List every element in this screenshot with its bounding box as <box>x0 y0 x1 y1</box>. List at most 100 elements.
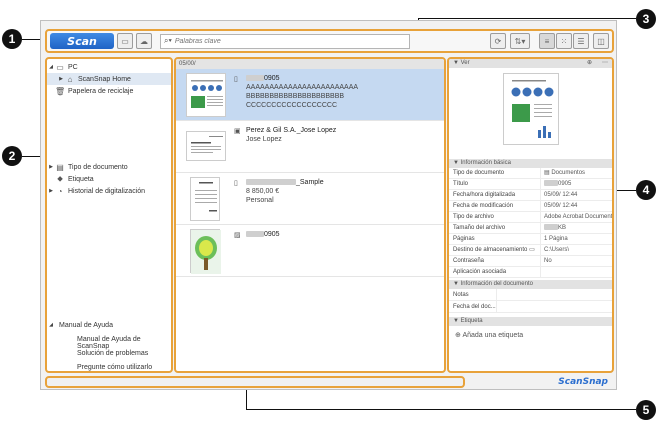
expand-right-icon[interactable]: ▶ <box>47 188 55 194</box>
info-row: Fecha/hora digitalizada 05/09/ 12:44 <box>449 190 612 201</box>
help-link-troubleshooting[interactable]: Solución de problemas <box>77 350 148 357</box>
document-row[interactable]: ▯ _Sample 8 850,00 € Personal <box>176 173 444 225</box>
scansnap-logo: ScanSnap <box>558 377 608 387</box>
tree-item-tag[interactable]: ⬥ Etiqueta <box>47 173 171 185</box>
info-row[interactable]: Destino de almacenamiento ▭ C:\Users\ <box>449 245 612 256</box>
pc-icon: ▭ <box>56 62 64 72</box>
tag-section-header[interactable]: ▼ Etiqueta <box>449 317 612 326</box>
zoom-icon[interactable]: ⊕ <box>587 59 592 68</box>
expand-down-icon[interactable]: ◢ <box>47 64 55 70</box>
help-link-manual[interactable]: Manual de Ayuda de ScanSnap <box>77 336 171 350</box>
panel-toggle-icon[interactable]: ◫ <box>593 33 609 49</box>
more-icon[interactable]: ⋯ <box>602 59 608 68</box>
sort-icon[interactable]: ⇅▾ <box>510 33 530 49</box>
scanner-icon[interactable]: ▭ <box>117 33 133 49</box>
tree-label-doc-type: Tipo de documento <box>68 163 128 171</box>
basic-info-label: Información básica <box>460 160 511 166</box>
document-title: 0905 <box>264 231 280 238</box>
info-row[interactable]: Título 0905 <box>449 179 612 190</box>
cloud-icon[interactable]: ☁ <box>136 33 152 49</box>
document-type-icon: ▤ <box>56 162 64 172</box>
add-tag-button[interactable]: ⊕ Añada una etiqueta <box>449 326 612 344</box>
tag-section-label: Etiqueta <box>460 318 483 324</box>
scansnap-home-window: Scan ▭ ☁ ⌕▾ ⟳ ⇅▾ ≡ ⁙ ☰ ◫ ◢ ▭ PC ▶ ⌂ Scan… <box>40 20 617 390</box>
collapse-icon[interactable]: ▼ <box>453 60 461 66</box>
expand-right-icon[interactable]: ▶ <box>57 76 65 82</box>
history-icon: ◔ <box>57 186 63 196</box>
callout-4-line <box>615 190 636 191</box>
home-icon: ⌂ <box>67 74 73 84</box>
tree-item-doc-type[interactable]: ▶ ▤ Tipo de documento <box>47 161 171 173</box>
folder-icon[interactable]: ▭ <box>529 247 535 253</box>
expand-right-icon[interactable]: ▶ <box>47 164 55 170</box>
info-row: Tamaño del archivo KB <box>449 223 612 234</box>
help-link-how-to[interactable]: Pregunte cómo utilizarlo <box>77 364 152 371</box>
thumbnail-view-icon[interactable]: ⁙ <box>556 33 572 49</box>
document-list: 05/00/ ▯ 0905 AAAAAAAAAAAAAAAAAAAAAAAA B… <box>174 57 446 373</box>
doc-info-header[interactable]: ▼ Información del documento <box>449 280 612 289</box>
document-line: BBBBBBBBBBBBBBBBBBBBB <box>246 93 345 100</box>
callout-5: 5 <box>636 400 656 420</box>
doc-info-label: Información del documento <box>460 281 533 287</box>
pdf-file-icon: ▯ <box>234 76 238 83</box>
details-panel: ▼ Ver ⊕ ⋯ ▼ Información básica Tipo de d… <box>447 57 614 373</box>
basic-info-header[interactable]: ▼ Información básica <box>449 159 612 168</box>
callout-3: 3 <box>636 9 656 29</box>
callout-2: 2 <box>2 146 22 166</box>
list-view-icon[interactable]: ≡ <box>539 33 555 49</box>
tree-item-trash[interactable]: 🗑 Papelera de reciclaje <box>47 85 171 97</box>
preview-section-header[interactable]: ▼ Ver ⊕ ⋯ <box>449 59 612 68</box>
info-row: Fecha de modificación 05/09/ 12:44 <box>449 201 612 212</box>
tag-icon: ⬥ <box>57 174 63 183</box>
tree-item-pc[interactable]: ◢ ▭ PC <box>47 61 171 73</box>
info-row: Contraseña No <box>449 256 612 267</box>
tree-label-trash: Papelera de reciclaje <box>68 87 134 95</box>
info-row: Tipo de documento ▤ Documentos <box>449 168 612 179</box>
callout-1: 1 <box>2 29 22 49</box>
trash-icon: 🗑 <box>55 86 66 96</box>
collapse-icon[interactable]: ▼ <box>453 160 461 166</box>
document-line: AAAAAAAAAAAAAAAAAAAAAAAA <box>246 84 359 91</box>
help-manual-header[interactable]: ◢ Manual de Ayuda <box>47 319 171 331</box>
toolbar: Scan ▭ ☁ ⌕▾ ⟳ ⇅▾ ≡ ⁙ ☰ ◫ <box>45 29 614 53</box>
doc-date-row[interactable]: Fecha del doc... <box>449 301 612 313</box>
document-line: Personal <box>246 197 274 204</box>
document-title: _Sample <box>296 179 324 186</box>
search-box[interactable]: ⌕▾ <box>160 33 410 49</box>
info-row: Aplicación asociada <box>449 267 612 278</box>
expand-down-icon[interactable]: ◢ <box>47 322 55 328</box>
tree-label-history: Historial de digitalización <box>68 187 146 195</box>
info-row: Páginas 1 Página <box>449 234 612 245</box>
document-line: 8 850,00 € <box>246 188 280 195</box>
tree-item-history[interactable]: ▶ ◔ Historial de digitalización <box>47 185 171 197</box>
collapse-icon[interactable]: ▼ <box>453 281 461 287</box>
callout-5-line-v <box>246 388 247 409</box>
search-input[interactable] <box>174 37 395 45</box>
document-thumbnail <box>186 131 226 161</box>
callout-3-line-h <box>418 18 636 19</box>
document-line: CCCCCCCCCCCCCCCCCC <box>246 102 337 109</box>
collapse-icon[interactable]: ▼ <box>453 318 461 324</box>
document-title: 0905 <box>264 75 280 82</box>
photo-file-icon: ▨ <box>234 232 241 239</box>
search-icon[interactable]: ⌕▾ <box>164 36 172 46</box>
callout-4: 4 <box>636 180 656 200</box>
document-line: Jose Lopez <box>246 136 282 143</box>
document-thumbnail <box>190 177 220 221</box>
notes-row[interactable]: Notas <box>449 289 612 301</box>
receipt-file-icon: ▯ <box>234 180 238 187</box>
detail-view-icon[interactable]: ☰ <box>573 33 589 49</box>
document-row[interactable]: ▣ Perez & Gil S.A._Jose Lopez Jose Lopez <box>176 121 444 173</box>
document-row[interactable]: ▯ 0905 AAAAAAAAAAAAAAAAAAAAAAAA BBBBBBBB… <box>176 69 444 121</box>
tree-label-tag: Etiqueta <box>68 175 94 183</box>
callout-5-line-h <box>246 409 636 410</box>
info-row: Tipo de archivo Adobe Acrobat Document <box>449 212 612 223</box>
refresh-icon[interactable]: ⟳ <box>490 33 506 49</box>
document-row[interactable]: ▨ 0905 <box>176 225 444 277</box>
card-file-icon: ▣ <box>234 128 241 135</box>
preview-label: Ver <box>460 60 470 66</box>
scan-button[interactable]: Scan <box>50 33 114 49</box>
navigation-panel: ◢ ▭ PC ▶ ⌂ ScanSnap Home 🗑 Papelera de r… <box>45 57 173 373</box>
tree-item-scansnap-home[interactable]: ▶ ⌂ ScanSnap Home <box>47 73 171 85</box>
tree-label-pc: PC <box>68 63 78 71</box>
